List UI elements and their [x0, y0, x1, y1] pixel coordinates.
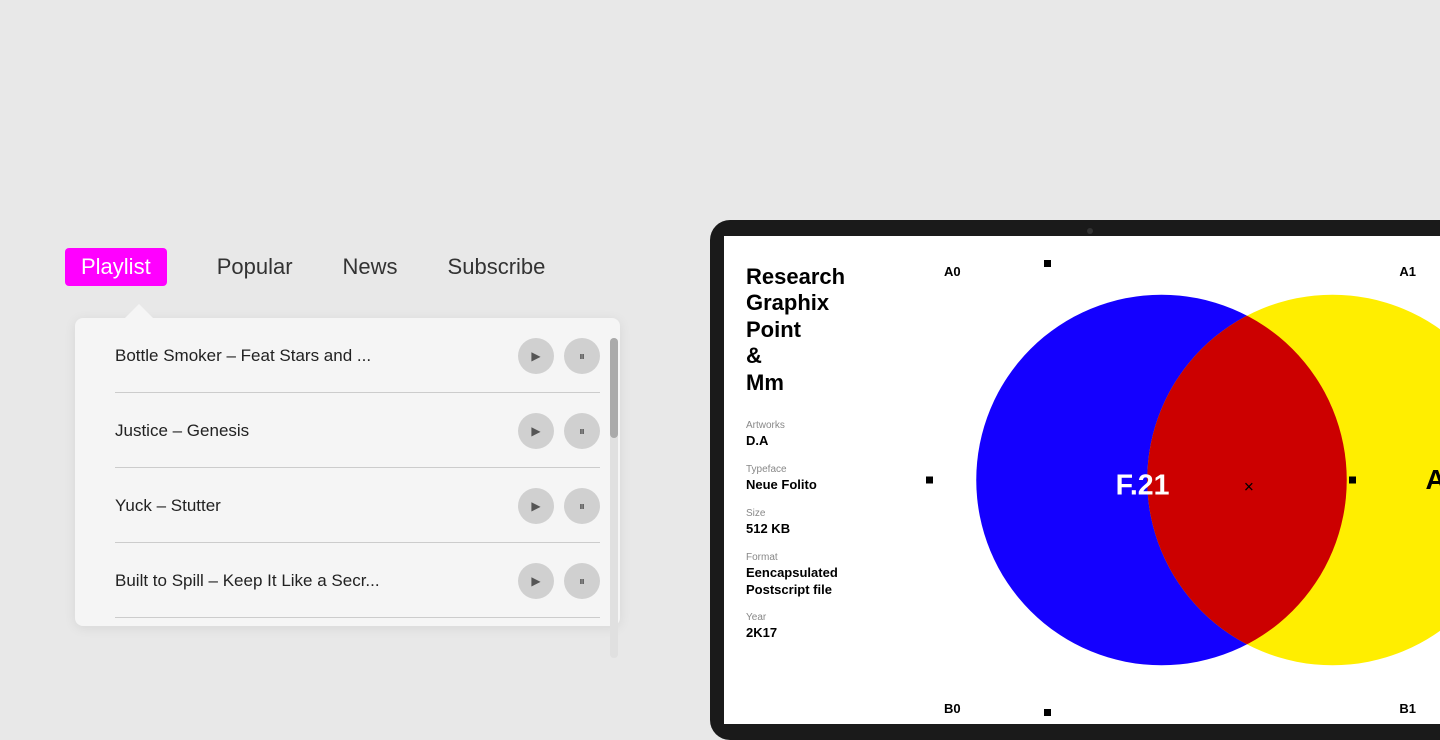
- meta-year: Year 2K17: [746, 612, 902, 642]
- meta-format: Format EencapsulatedPostscript file: [746, 552, 902, 599]
- list-item: Yuck – Stutter ▶ ⏸: [75, 468, 620, 543]
- grid-dot-mid-right: [1349, 477, 1356, 484]
- track-title: Justice – Genesis: [115, 421, 249, 441]
- play-button[interactable]: ▶: [518, 338, 554, 374]
- play-button[interactable]: ▶: [518, 413, 554, 449]
- artworks-value: D.A: [746, 433, 902, 450]
- grid-label-a0: A0: [944, 264, 961, 279]
- pause-button[interactable]: ⏸: [564, 563, 600, 599]
- year-value: 2K17: [746, 625, 902, 642]
- grid-label-b0: B0: [944, 701, 961, 716]
- format-value: EencapsulatedPostscript file: [746, 565, 902, 599]
- grid-label-a1: A1: [1399, 264, 1416, 279]
- scrollbar-thumb[interactable]: [610, 338, 618, 438]
- list-item: Bottle Smoker – Feat Stars and ... ▶ ⏸: [75, 318, 620, 393]
- play-button[interactable]: ▶: [518, 563, 554, 599]
- venn-diagram: F.21 ×: [924, 236, 1440, 724]
- center-label: F.21: [1116, 469, 1170, 501]
- nav-tabs: Playlist Popular News Subscribe: [65, 248, 545, 286]
- track-controls: ▶ ⏸: [518, 413, 600, 449]
- artworks-label: Artworks: [746, 420, 902, 431]
- year-label: Year: [746, 612, 902, 623]
- pause-button[interactable]: ⏸: [564, 338, 600, 374]
- grid-dot-mid-left: [926, 477, 933, 484]
- typeface-label: Typeface: [746, 464, 902, 475]
- tab-subscribe[interactable]: Subscribe: [448, 254, 546, 280]
- grid-dot-a0: [1044, 260, 1051, 267]
- list-item: Built to Spill – Keep It Like a Secr... …: [75, 543, 620, 618]
- track-controls: ▶ ⏸: [518, 338, 600, 374]
- size-value: 512 KB: [746, 521, 902, 538]
- scrollbar-track[interactable]: [610, 338, 618, 658]
- tab-playlist[interactable]: Playlist: [65, 248, 167, 286]
- meta-typeface: Typeface Neue Folito: [746, 464, 902, 494]
- info-panel: ResearchGraphixPoint&Mm Artworks D.A Typ…: [724, 236, 924, 724]
- left-panel: Playlist Popular News Subscribe Bottle S…: [0, 0, 660, 720]
- list-item: Justice – Genesis ▶ ⏸: [75, 393, 620, 468]
- meta-size: Size 512 KB: [746, 508, 902, 538]
- pause-button[interactable]: ⏸: [564, 413, 600, 449]
- pause-button[interactable]: ⏸: [564, 488, 600, 524]
- tablet-device: ResearchGraphixPoint&Mm Artworks D.A Typ…: [710, 220, 1440, 740]
- playlist-panel: Bottle Smoker – Feat Stars and ... ▶ ⏸ J…: [75, 318, 620, 626]
- tab-popular[interactable]: Popular: [217, 254, 293, 280]
- tablet-camera: [1087, 228, 1093, 234]
- cross-label: ×: [1244, 477, 1254, 496]
- ab-label: AB: [1426, 464, 1440, 496]
- tablet-screen: ResearchGraphixPoint&Mm Artworks D.A Typ…: [724, 236, 1440, 724]
- play-button[interactable]: ▶: [518, 488, 554, 524]
- meta-artworks: Artworks D.A: [746, 420, 902, 450]
- grid-label-b1: B1: [1399, 701, 1416, 716]
- size-label: Size: [746, 508, 902, 519]
- tab-news[interactable]: News: [343, 254, 398, 280]
- format-label: Format: [746, 552, 902, 563]
- grid-dot-b0: [1044, 709, 1051, 716]
- track-controls: ▶ ⏸: [518, 563, 600, 599]
- track-title: Yuck – Stutter: [115, 496, 221, 516]
- font-name: ResearchGraphixPoint&Mm: [746, 264, 902, 396]
- track-title: Bottle Smoker – Feat Stars and ...: [115, 346, 371, 366]
- typeface-value: Neue Folito: [746, 477, 902, 494]
- tablet-frame: ResearchGraphixPoint&Mm Artworks D.A Typ…: [710, 220, 1440, 740]
- track-controls: ▶ ⏸: [518, 488, 600, 524]
- chart-area: A0 A1 B0 B1: [924, 236, 1440, 724]
- track-title: Built to Spill – Keep It Like a Secr...: [115, 571, 380, 591]
